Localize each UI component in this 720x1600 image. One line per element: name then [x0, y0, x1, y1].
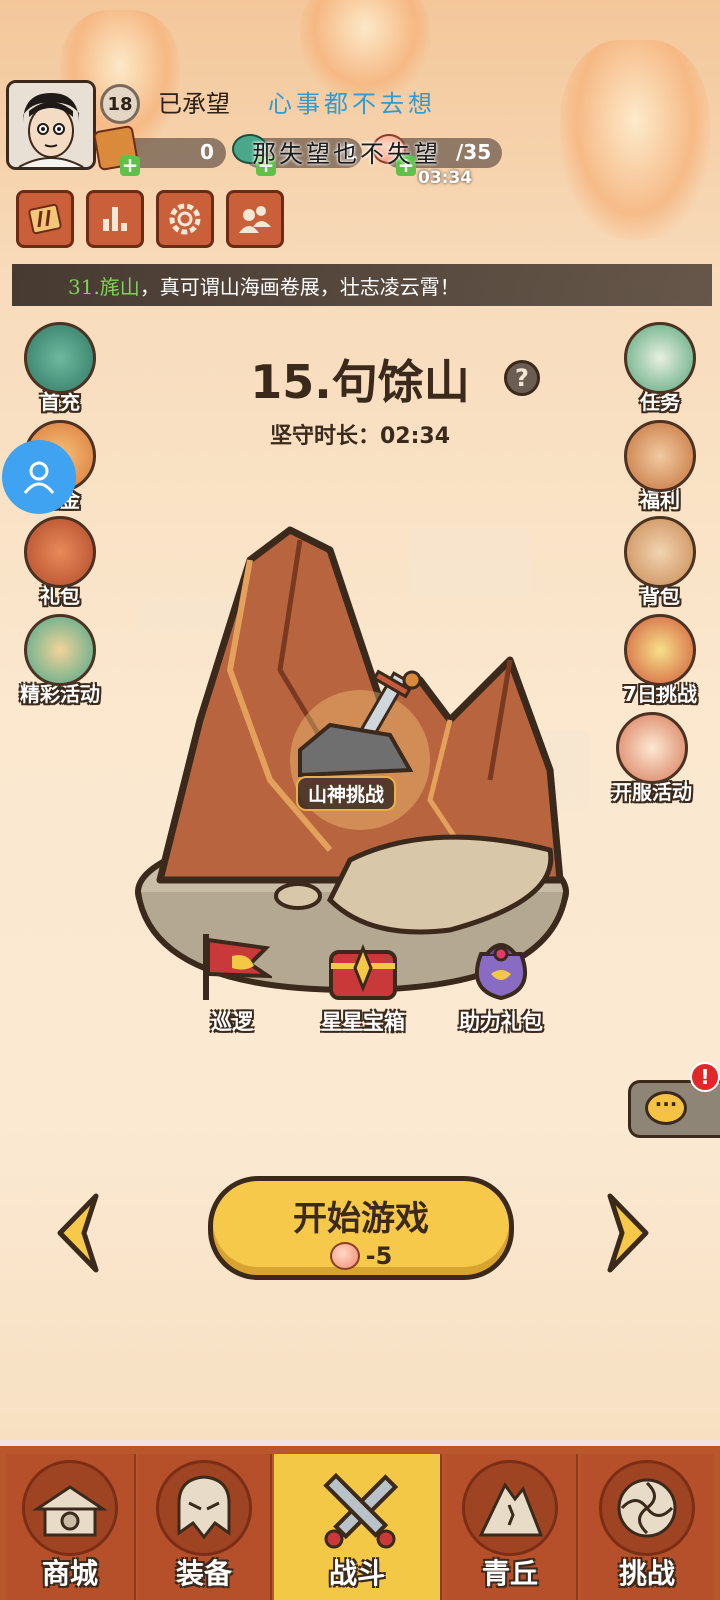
guard-time-label: 坚守时长：: [269, 424, 380, 449]
announcement-marquee: 31.旄山 ，真可谓山海画卷展，壮志凌云霄！: [12, 264, 712, 306]
nav-tab-equipment[interactable]: 装备: [138, 1454, 272, 1600]
marquee-text: ，真可谓山海画卷展，壮志凌云霄！: [139, 274, 460, 299]
patrol-button[interactable]: 巡逻: [182, 930, 282, 1036]
seven-day-challenge-button[interactable]: 7日挑战: [608, 614, 712, 707]
star-chest-label: 星星宝箱: [321, 1010, 405, 1034]
chat-bubble-icon: ···: [645, 1091, 687, 1125]
player-level-badge: 18: [100, 84, 140, 124]
nav-tab-shop[interactable]: 商城: [6, 1454, 136, 1600]
scroll-resource-value: 0: [200, 140, 214, 164]
nav-label-shop: 商城: [41, 1557, 98, 1590]
nav-label-challenge: 挑战: [618, 1557, 675, 1590]
server-event-button[interactable]: 开服活动: [594, 712, 710, 805]
start-cost-value: -5: [365, 1242, 393, 1270]
start-game-label: 开始游戏: [293, 1199, 429, 1239]
player-name: 已承望: [158, 90, 230, 118]
nav-tab-qingqiu[interactable]: 青丘: [444, 1454, 578, 1600]
patrol-flag-icon: [203, 934, 275, 1000]
start-game-button[interactable]: 开始游戏 -5: [208, 1176, 514, 1280]
backpack-icon: [624, 516, 696, 588]
floating-account-button[interactable]: [2, 440, 76, 514]
start-cost-row: -5: [213, 1242, 509, 1270]
seven-day-challenge-icon: [624, 614, 696, 686]
nav-label-equipment: 装备: [175, 1557, 232, 1590]
settings-button[interactable]: [156, 190, 214, 248]
gift-pack-icon: [24, 516, 96, 588]
events-icon: [24, 614, 96, 686]
marquee-highlight: 31.旄山: [68, 274, 140, 299]
player-avatar[interactable]: [6, 80, 96, 170]
chat-alert-badge: !: [690, 1062, 720, 1092]
challenge-icon: [599, 1460, 695, 1556]
chevron-left-icon: [57, 1193, 99, 1273]
qingqiu-mountain-icon: [462, 1460, 558, 1556]
events-button[interactable]: 精彩活动: [8, 614, 112, 707]
guard-time-value: 02:34: [379, 424, 451, 449]
patrol-label: 巡逻: [211, 1010, 253, 1034]
star-chest-button[interactable]: 星星宝箱: [308, 938, 418, 1036]
bottom-navigation: 商城 装备 战斗 青丘 挑战: [0, 1440, 720, 1600]
backpack-button[interactable]: 背包: [608, 516, 712, 609]
bar-chart-icon: [103, 207, 127, 231]
assist-gift-bag-icon: [475, 943, 527, 1001]
nav-tab-challenge[interactable]: 挑战: [580, 1454, 714, 1600]
star-chest-icon: [329, 943, 397, 1000]
friends-icon: [239, 206, 271, 233]
player-motto-line2: 那失望也不失望: [252, 140, 441, 168]
assist-gift-button[interactable]: 助力礼包: [446, 930, 556, 1036]
chevron-right-icon: [607, 1193, 649, 1273]
help-icon[interactable]: ?: [504, 360, 540, 396]
ranking-button[interactable]: [16, 190, 74, 248]
next-stage-arrow[interactable]: [604, 1192, 652, 1274]
gear-icon: [169, 203, 201, 235]
nav-label-qingqiu: 青丘: [481, 1557, 538, 1590]
equipment-helmet-icon: [156, 1460, 252, 1556]
peach-cost-icon: [329, 1242, 360, 1270]
mountain-god-challenge-label[interactable]: 山神挑战: [296, 776, 397, 811]
assist-gift-label: 助力礼包: [459, 1010, 543, 1034]
add-scroll-icon[interactable]: +: [120, 155, 140, 176]
stats-button[interactable]: [86, 190, 144, 248]
peach-resource-value: /35: [456, 140, 492, 164]
guard-time: 坚守时长：02:34: [0, 418, 720, 450]
background-lantern: [560, 40, 710, 240]
gift-pack-button[interactable]: 礼包: [8, 516, 112, 609]
previous-stage-arrow[interactable]: [54, 1192, 102, 1274]
nav-tab-battle[interactable]: 战斗: [274, 1454, 442, 1600]
ranking-scroll-icon: [28, 203, 62, 235]
player-motto-line1: 心事都不去想: [268, 90, 436, 118]
battle-swords-icon: [309, 1460, 405, 1556]
stage-title: 15.句馀山: [250, 355, 470, 409]
shop-icon: [22, 1460, 118, 1556]
friends-button[interactable]: [226, 190, 284, 248]
peach-regen-timer: 03:34: [418, 168, 473, 188]
server-event-icon: [616, 712, 688, 784]
user-icon: [23, 461, 55, 494]
